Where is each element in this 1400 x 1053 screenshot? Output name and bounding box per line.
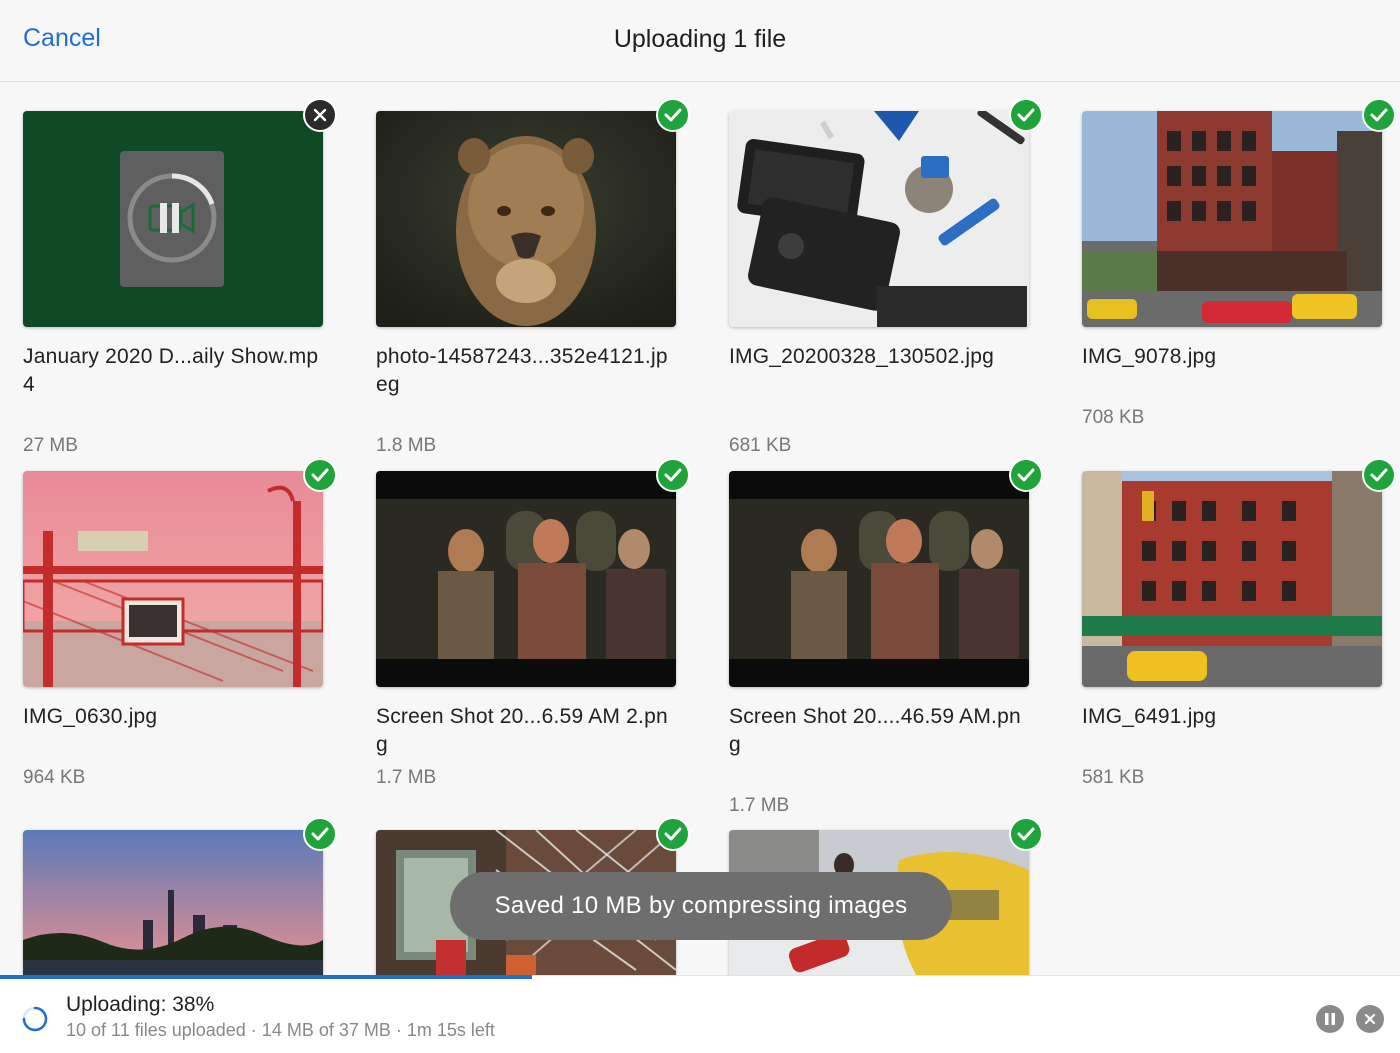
photo-thumbnail xyxy=(23,471,323,687)
upload-complete-badge xyxy=(656,458,690,492)
photo-thumbnail xyxy=(1082,111,1382,327)
upload-complete-badge xyxy=(1009,98,1043,132)
file-size: 27 MB xyxy=(23,435,78,456)
check-icon xyxy=(1370,108,1388,122)
check-icon xyxy=(1017,827,1035,841)
upload-complete-badge xyxy=(1362,98,1396,132)
check-icon xyxy=(664,108,682,122)
pause-icon xyxy=(1325,1013,1335,1025)
file-size: 681 KB xyxy=(729,435,792,456)
file-name: IMG_0630.jpg xyxy=(23,705,158,728)
photo-thumbnail xyxy=(23,830,323,975)
cancel-upload-button[interactable] xyxy=(1356,1005,1384,1033)
file-name: Screen Shot 20...6.59 AM 2.png xyxy=(376,705,668,756)
file-name: January 2020 D...aily Show.mp4 xyxy=(23,345,319,396)
upload-complete-badge xyxy=(656,817,690,851)
remove-file-button[interactable] xyxy=(303,98,337,132)
upload-complete-badge xyxy=(1362,458,1396,492)
upload-complete-badge xyxy=(1009,458,1043,492)
file-name: Screen Shot 20....46.59 AM.png xyxy=(729,705,1021,756)
check-icon xyxy=(1017,108,1035,122)
compression-toast: Saved 10 MB by compressing images xyxy=(450,872,952,940)
close-icon xyxy=(1364,1013,1376,1025)
upload-status-bar: Uploading: 38% 10 of 11 files uploaded ·… xyxy=(0,975,1400,1053)
file-name: IMG_20200328_130502.jpg xyxy=(729,345,994,368)
check-icon xyxy=(1017,468,1035,482)
header: Cancel Uploading 1 file xyxy=(0,0,1400,82)
check-icon xyxy=(311,827,329,841)
spinner-icon xyxy=(22,1006,48,1032)
close-icon xyxy=(313,108,327,122)
file-size: 1.8 MB xyxy=(376,435,437,456)
upload-status-detail: 10 of 11 files uploaded · 14 MB of 37 MB… xyxy=(66,1020,495,1040)
photo-thumbnail xyxy=(376,111,676,327)
pause-upload-button[interactable] xyxy=(1316,1005,1344,1033)
file-size: 708 KB xyxy=(1082,407,1145,428)
photo-thumbnail xyxy=(729,471,1029,687)
upload-progress-bar xyxy=(0,975,532,979)
upload-status-title: Uploading: 38% xyxy=(66,993,215,1016)
upload-complete-badge xyxy=(1009,817,1043,851)
check-icon xyxy=(1370,468,1388,482)
video-thumbnail xyxy=(23,111,323,327)
upload-complete-badge xyxy=(656,98,690,132)
upload-complete-badge xyxy=(303,817,337,851)
file-size: 1.7 MB xyxy=(729,795,790,816)
file-size: 1.7 MB xyxy=(376,767,437,788)
file-name: IMG_9078.jpg xyxy=(1082,345,1217,368)
file-size: 964 KB xyxy=(23,767,86,788)
check-icon xyxy=(311,468,329,482)
check-icon xyxy=(664,468,682,482)
file-name: photo-14587243...352e4121.jpeg xyxy=(376,345,668,396)
file-name: IMG_6491.jpg xyxy=(1082,705,1217,728)
file-grid: January 2020 D...aily Show.mp4 27 MB pho… xyxy=(0,83,1400,975)
upload-complete-badge xyxy=(303,458,337,492)
page-title: Uploading 1 file xyxy=(613,25,787,53)
check-icon xyxy=(664,827,682,841)
photo-thumbnail xyxy=(1082,471,1382,687)
photo-thumbnail xyxy=(729,111,1029,327)
file-size: 581 KB xyxy=(1082,767,1145,788)
photo-thumbnail xyxy=(376,471,676,687)
